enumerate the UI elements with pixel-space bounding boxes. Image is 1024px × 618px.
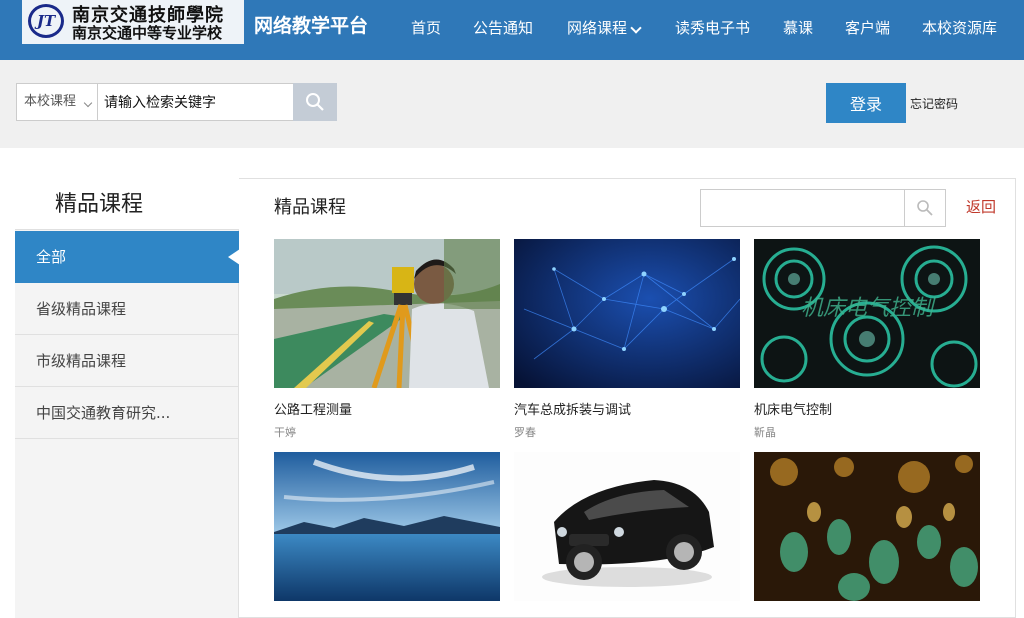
- course-thumbnail[interactable]: [754, 452, 980, 601]
- course-card[interactable]: 公路工程测量 干婷: [274, 239, 500, 439]
- search-input[interactable]: [97, 83, 294, 121]
- course-title[interactable]: 机床电气控制: [754, 399, 832, 418]
- nav-item-resource-library[interactable]: 本校资源库: [922, 17, 997, 38]
- nav-item-mooc[interactable]: 慕课: [783, 17, 813, 38]
- course-title[interactable]: 公路工程测量: [274, 399, 352, 418]
- search-scope-select[interactable]: 本校课程: [16, 83, 98, 121]
- course-card[interactable]: [754, 452, 980, 601]
- login-button[interactable]: 登录: [826, 83, 906, 123]
- course-thumbnail[interactable]: [274, 452, 500, 601]
- nav-item-ebooks[interactable]: 读秀电子书: [675, 17, 750, 38]
- course-filter-input[interactable]: [700, 189, 905, 227]
- course-card[interactable]: [274, 452, 500, 601]
- school-logo[interactable]: JT 南京交通技師學院 南京交通中等专业学校: [22, 0, 244, 44]
- logo-school-name-line2: 南京交通中等专业学校: [72, 24, 223, 42]
- course-thumbnail[interactable]: [514, 239, 740, 388]
- platform-title: 网络教学平台: [254, 15, 369, 37]
- chevron-down-icon: [630, 22, 642, 34]
- course-thumbnail[interactable]: [274, 239, 500, 388]
- main-section-title: 精品课程: [274, 197, 346, 218]
- sidebar-title: 精品课程: [15, 178, 239, 230]
- course-card[interactable]: 汽车总成拆装与调试 罗春: [514, 239, 740, 439]
- search-button[interactable]: [293, 83, 337, 121]
- course-filter-button[interactable]: [905, 189, 946, 227]
- nav-item-client[interactable]: 客户端: [845, 17, 890, 38]
- nav-item-announcements[interactable]: 公告通知: [473, 17, 533, 38]
- chevron-down-icon: [83, 98, 93, 108]
- course-title[interactable]: 汽车总成拆装与调试: [514, 399, 631, 418]
- course-thumbnail[interactable]: [514, 452, 740, 601]
- school-emblem-icon: JT: [28, 4, 64, 38]
- forgot-password-link[interactable]: 忘记密码: [910, 95, 958, 112]
- search-icon: [917, 200, 933, 216]
- sidebar-item-all[interactable]: 全部: [15, 231, 239, 283]
- course-teacher: 靳晶: [754, 426, 776, 439]
- sidebar-item-china-transport-research[interactable]: 中国交通教育研究...: [15, 387, 239, 439]
- back-link[interactable]: 返回: [966, 196, 996, 217]
- thumbnail-caption: 机床电气控制: [801, 296, 936, 321]
- search-icon: [306, 93, 324, 111]
- course-thumbnail[interactable]: 机床电气控制: [754, 239, 980, 388]
- nav-item-home[interactable]: 首页: [411, 17, 441, 38]
- course-teacher: 干婷: [274, 426, 296, 439]
- course-card[interactable]: 机床电气控制 机床电气控制 靳晶: [754, 239, 980, 439]
- nav-item-online-courses[interactable]: 网络课程: [567, 17, 642, 38]
- course-card[interactable]: [514, 452, 740, 601]
- sidebar-item-provincial[interactable]: 省级精品课程: [15, 283, 239, 335]
- course-teacher: 罗春: [514, 426, 536, 439]
- sidebar-item-municipal[interactable]: 市级精品课程: [15, 335, 239, 387]
